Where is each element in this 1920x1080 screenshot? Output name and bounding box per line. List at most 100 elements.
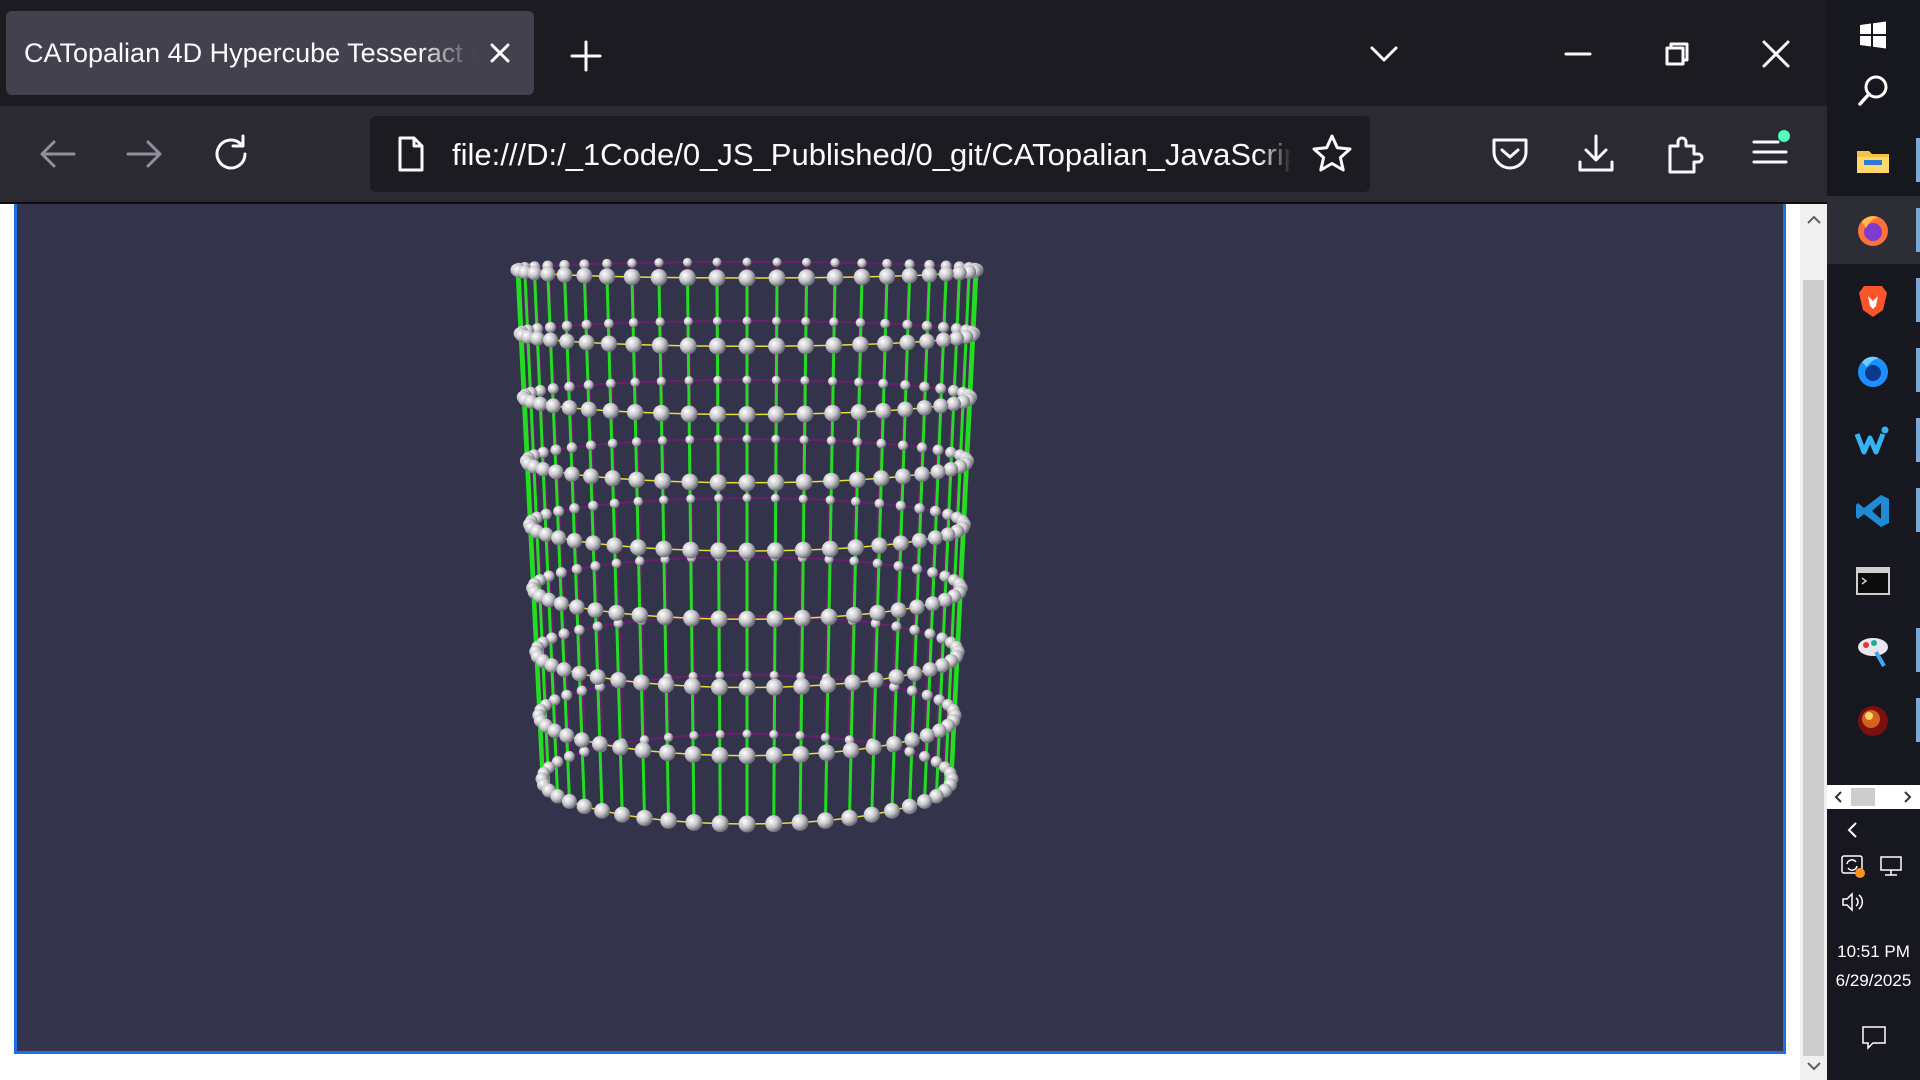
paint-icon[interactable] (1827, 616, 1920, 684)
vertical-edge (616, 680, 622, 748)
network-icon[interactable] (1877, 852, 1905, 880)
vertex-node (650, 269, 668, 286)
url-bar[interactable]: file:///D:/_1Code/0_JS_Published/0_git/C… (370, 116, 1370, 192)
vertex-node (625, 336, 642, 353)
vertex-node (911, 532, 928, 549)
vertex-node (681, 473, 699, 491)
tab-active[interactable]: CATopalian 4D Hypercube Tesseract (C (6, 11, 534, 95)
vertex-node (630, 377, 640, 388)
vertex-node (685, 435, 695, 445)
vertex-node (547, 383, 559, 395)
search-icon[interactable] (1827, 56, 1920, 124)
vertex-node (636, 809, 653, 827)
vertex-node (559, 728, 575, 744)
tab-close-icon[interactable] (482, 35, 518, 71)
scroll-left-icon[interactable] (1831, 789, 1847, 805)
new-tab-icon[interactable] (566, 36, 606, 76)
vertical-edge (659, 413, 665, 482)
vertex-node (634, 742, 652, 759)
vertex-node (801, 257, 812, 267)
vertex-node (738, 610, 756, 628)
pocket-icon[interactable] (1486, 130, 1534, 178)
scroll-up-icon[interactable] (1804, 210, 1824, 230)
minimize-icon[interactable] (1558, 34, 1598, 74)
firefox-icon[interactable] (1827, 196, 1920, 264)
vertical-edge (801, 481, 806, 551)
vertical-edge (661, 481, 666, 550)
vertical-edge (890, 743, 896, 811)
vertex-node (659, 495, 669, 505)
vertex-node (605, 378, 616, 389)
vertex-node (800, 376, 810, 386)
vertex-node (875, 402, 892, 420)
vertex-node (911, 563, 923, 575)
firefox-developer-icon[interactable] (1827, 336, 1920, 404)
vertex-node (772, 257, 782, 267)
vertex-node (946, 396, 961, 412)
brave-icon[interactable] (1827, 266, 1920, 334)
bookmark-star-icon[interactable] (1310, 132, 1354, 176)
vertex-node (583, 379, 594, 391)
vertex-node (608, 604, 625, 621)
vertex-node (742, 729, 752, 739)
vertex-node (686, 494, 696, 504)
url-text[interactable]: file:///D:/_1Code/0_JS_Published/0_git/C… (452, 136, 1292, 174)
vertex-node (820, 732, 831, 743)
scroll-right-icon[interactable] (1899, 789, 1915, 805)
vertex-node (892, 535, 909, 552)
list-all-tabs-icon[interactable] (1366, 36, 1402, 72)
volume-icon[interactable] (1839, 888, 1867, 916)
vertex-node (631, 437, 642, 447)
vertex-node (657, 436, 668, 446)
back-icon[interactable] (34, 130, 82, 178)
vertex-node (659, 744, 676, 762)
update-tray-icon[interactable] (1839, 852, 1867, 880)
vertex-node (852, 437, 863, 447)
vertical-edge (635, 479, 640, 548)
vertical-edge (657, 277, 662, 346)
taskbar-scrollbar[interactable] (1827, 785, 1920, 809)
game-icon[interactable] (1827, 686, 1920, 754)
taskbar-scroll-thumb[interactable] (1851, 788, 1875, 806)
menu-icon[interactable] (1746, 128, 1794, 176)
vertex-node (940, 527, 956, 542)
vertex-node (799, 435, 809, 445)
vertex-node (897, 401, 914, 418)
vertex-node (680, 405, 698, 423)
restore-icon[interactable] (1657, 34, 1697, 74)
forward-icon[interactable] (120, 130, 168, 178)
show-hidden-icons-icon[interactable] (1841, 818, 1865, 842)
file-explorer-icon[interactable] (1827, 126, 1920, 194)
windsurf-icon[interactable] (1827, 406, 1920, 474)
vertex-node (792, 745, 810, 763)
clock-time[interactable]: 10:51 PM (1827, 941, 1920, 963)
reload-icon[interactable] (207, 130, 255, 178)
close-window-icon[interactable] (1756, 34, 1796, 74)
vertex-node (683, 677, 701, 695)
scroll-down-icon[interactable] (1804, 1056, 1824, 1076)
vertex-node (914, 503, 925, 514)
vertex-node (656, 376, 667, 386)
vertex-node (679, 269, 696, 287)
terminal-icon[interactable] (1827, 546, 1920, 614)
notification-center-icon[interactable] (1859, 1022, 1889, 1052)
clock-date[interactable]: 6/29/2025 (1827, 970, 1920, 992)
scroll-thumb[interactable] (1803, 280, 1824, 1056)
vertex-node (742, 493, 752, 503)
extensions-icon[interactable] (1660, 130, 1708, 178)
vertical-scrollbar[interactable] (1800, 204, 1827, 1080)
vertical-edge (798, 754, 803, 823)
vertex-node (919, 333, 935, 350)
webgl-canvas[interactable] (14, 204, 1786, 1054)
vscode-icon[interactable] (1827, 476, 1920, 544)
navigation-toolbar: file:///D:/_1Code/0_JS_Published/0_git/C… (0, 106, 1827, 204)
vertex-node (871, 537, 888, 554)
vertex-node (628, 317, 639, 328)
vertex-node (558, 628, 570, 640)
vertical-edge (690, 686, 695, 755)
vertex-node (888, 669, 905, 685)
vertex-node (603, 318, 614, 329)
vertex-node (564, 381, 575, 393)
vertex-node (844, 674, 861, 691)
downloads-icon[interactable] (1572, 130, 1620, 178)
